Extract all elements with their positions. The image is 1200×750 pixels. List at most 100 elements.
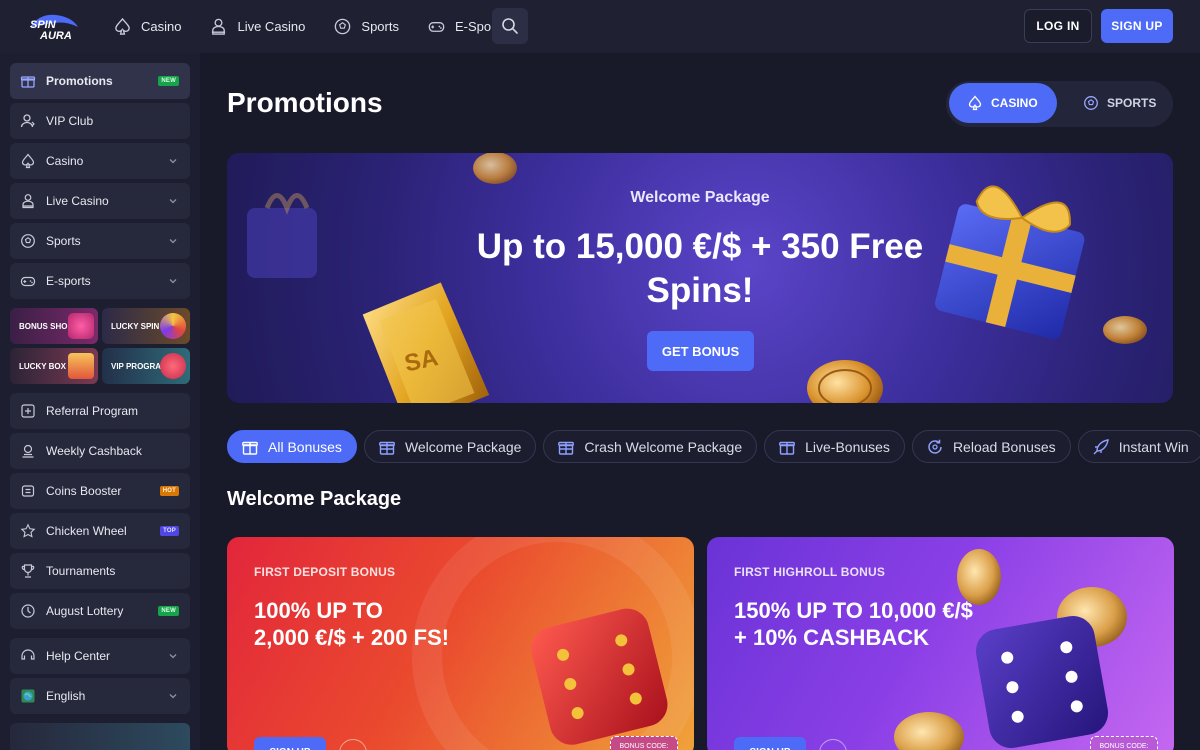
sidebar-item-vip-club[interactable]: VIP Club [10, 103, 190, 139]
ticket-icon [20, 603, 36, 619]
filter-live-bonuses[interactable]: Live-Bonuses [764, 430, 905, 463]
welcome-hero-banner: SA Welcome Package Up to 15,000 €/$ + 35… [227, 153, 1173, 403]
shopping-bag-icon [68, 313, 94, 339]
gift-icon [379, 441, 395, 455]
sidebar-item-label: Referral Program [46, 404, 139, 418]
trophy-icon [20, 563, 36, 579]
sidebar-item-august-lottery[interactable]: August Lottery NEW [10, 593, 190, 629]
sidebar-item-label: Sports [46, 234, 81, 248]
tile-label: LUCKY BOX [19, 361, 66, 371]
gamepad-icon [428, 21, 445, 32]
card-title-line2: 2,000 €/$ + 200 FS! [254, 625, 450, 650]
filter-label: Instant Win [1118, 438, 1189, 455]
card-kicker: FIRST HIGHROLL BONUS [734, 565, 886, 579]
nav-casino-label: Casino [141, 18, 182, 34]
hero-subtitle: Welcome Package [630, 189, 770, 206]
sidebar-item-label: Tournaments [46, 564, 116, 578]
toggle-casino-button[interactable]: CASINO [949, 83, 1057, 123]
filter-instant-win[interactable]: Instant Win [1077, 430, 1200, 463]
nav-casino[interactable]: Casino [110, 8, 196, 44]
filter-label: Reload Bonuses [952, 438, 1056, 455]
sidebar-item-sports[interactable]: Sports [10, 223, 190, 259]
new-badge: NEW [158, 76, 179, 86]
filter-all-bonuses[interactable]: All Bonuses [227, 430, 357, 463]
bonus-card-first-highroll[interactable]: FIRST HIGHROLL BONUS 150% UP TO 10,000 €… [707, 537, 1174, 750]
login-button[interactable]: LOG IN [1024, 9, 1092, 43]
filter-label: All Bonuses [268, 438, 342, 455]
bonus-filter-bar: All Bonuses Welcome Package Crash Welcom… [227, 430, 1200, 463]
toggle-sports-button[interactable]: SPORTS [1065, 83, 1169, 123]
card-title-line1: 150% UP TO 10,000 €/$ [734, 598, 973, 623]
nav-live-casino-label: Live Casino [237, 18, 306, 34]
sidebar-item-label: Help Center [46, 649, 111, 663]
tile-label: LUCKY SPIN [111, 321, 160, 331]
hot-badge: HOT [159, 486, 179, 496]
referral-icon [20, 403, 36, 419]
chevron-down-icon [169, 159, 177, 164]
sidebar-item-weekly-cashback[interactable]: Weekly Cashback [10, 433, 190, 469]
gift-icon [558, 441, 575, 455]
nav-sports[interactable]: Sports [330, 8, 414, 44]
tile-bonus-shop[interactable]: BONUS SHOP [10, 308, 98, 344]
sidebar-item-label: Promotions [46, 74, 113, 88]
filter-welcome-package[interactable]: Welcome Package [363, 430, 537, 463]
sidebar-item-chicken-wheel[interactable]: Chicken Wheel TOP [10, 513, 190, 549]
spin-aura-logo[interactable]: SPIN AURA [26, 11, 82, 42]
card-title-line2: + 10% CASHBACK [734, 625, 929, 650]
main-nav: Casino Live Casino Sports E-Sports [110, 8, 531, 44]
map-pin-icon [160, 353, 186, 379]
soccer-ball-icon [20, 233, 36, 249]
sidebar-item-referral[interactable]: Referral Program [10, 393, 190, 429]
filter-reload-bonuses[interactable]: Reload Bonuses [911, 430, 1071, 463]
sidebar-item-tournaments[interactable]: Tournaments [10, 553, 190, 589]
bonus-card-first-deposit[interactable]: FIRST DEPOSIT BONUS 100% UP TO 2,000 €/$… [227, 537, 694, 750]
search-button[interactable] [492, 8, 528, 44]
page-title: Promotions [227, 87, 383, 118]
sign-up-button[interactable]: SIGN UP [734, 737, 806, 750]
filter-crash-welcome[interactable]: Crash Welcome Package [543, 430, 758, 463]
sidebar-item-live-casino[interactable]: Live Casino [10, 183, 190, 219]
sidebar-item-label: VIP Club [46, 114, 94, 128]
spade-icon [20, 153, 36, 169]
tile-vip-program[interactable]: VIP PROGRAM [102, 348, 190, 384]
tile-lucky-box[interactable]: LUCKY BOX [10, 348, 98, 384]
gift-box-icon [68, 353, 94, 379]
bonus-code[interactable]: BONUS CODE: [1090, 736, 1158, 750]
sidebar-item-coins-booster[interactable]: Coins Booster HOT [10, 473, 190, 509]
sidebar-item-language[interactable]: English [10, 678, 190, 714]
chevron-down-icon [169, 654, 177, 659]
chevron-down-icon [169, 279, 177, 284]
filter-label: Crash Welcome Package [584, 438, 743, 455]
help-icon [20, 648, 36, 664]
sidebar-item-label: Casino [46, 154, 84, 168]
gift-icon [20, 73, 36, 89]
sidebar-item-label: Coins Booster [46, 484, 122, 498]
gamepad-icon [20, 273, 36, 289]
sidebar-item-esports[interactable]: E-sports [10, 263, 190, 299]
tile-lucky-spin[interactable]: LUCKY SPIN [102, 308, 190, 344]
spade-icon [115, 17, 130, 35]
card-title-line1: 100% UP TO [254, 598, 383, 623]
sign-up-button[interactable]: SIGN UP [254, 737, 326, 750]
sidebar-item-help-center[interactable]: Help Center [10, 638, 190, 674]
sidebar-item-casino[interactable]: Casino [10, 143, 190, 179]
casino-sports-toggle: CASINO SPORTS [946, 81, 1173, 127]
coins-icon [20, 483, 36, 499]
sidebar-item-promotions[interactable]: Promotions NEW [10, 63, 190, 99]
toggle-casino-label: CASINO [991, 96, 1038, 110]
top-bar: SPIN AURA Casino Live Casino Sports E-Sp… [0, 0, 1200, 53]
sidebar-item-label: Chicken Wheel [46, 524, 127, 538]
new-badge: NEW [158, 606, 179, 616]
card-title: 100% UP TO 2,000 €/$ + 200 FS! [254, 597, 514, 651]
sidebar-banner[interactable] [10, 723, 190, 750]
wheel-icon [160, 313, 186, 339]
sidebar-item-label: English [46, 689, 86, 703]
sidebar-item-label: E-sports [46, 274, 91, 288]
get-bonus-button[interactable]: GET BONUS [647, 331, 754, 371]
hero-title: Up to 15,000 €/$ + 350 Free Spins! [476, 227, 924, 310]
dealer-icon [20, 193, 36, 209]
card-title: 150% UP TO 10,000 €/$ + 10% CASHBACK [734, 597, 994, 651]
bonus-code[interactable]: BONUS CODE: [610, 736, 678, 750]
signup-button[interactable]: SIGN UP [1101, 9, 1173, 43]
nav-live-casino[interactable]: Live Casino [206, 8, 320, 44]
